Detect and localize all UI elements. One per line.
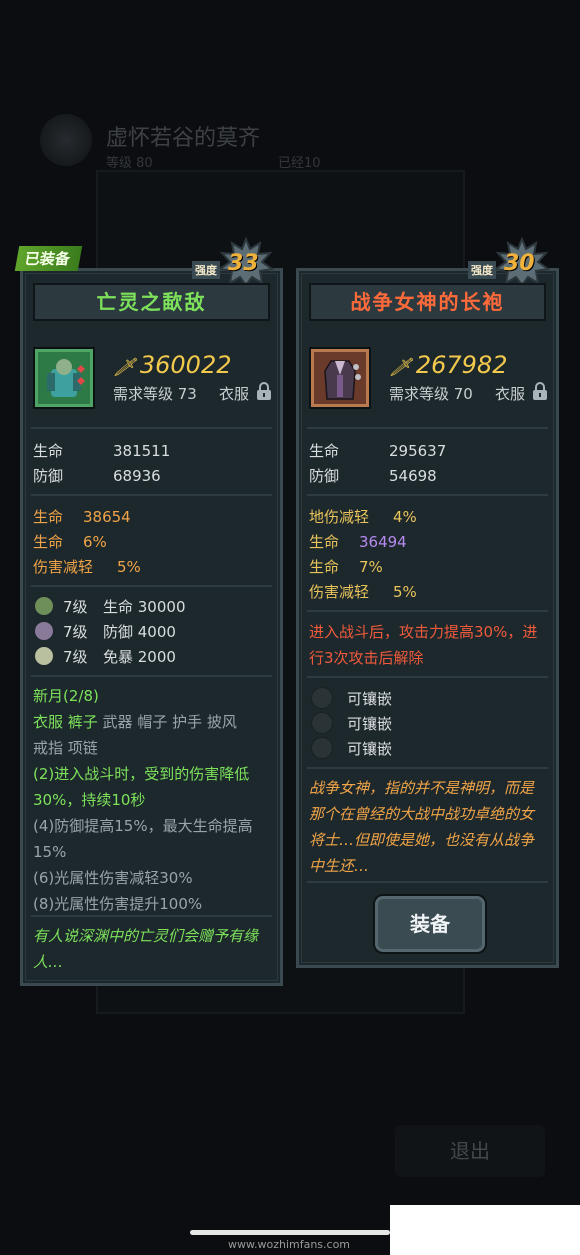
- item-icon: [309, 347, 371, 409]
- gem-icon: [35, 597, 53, 615]
- gem-row: 7级 免暴 2000: [35, 647, 176, 667]
- item-name: 亡灵之歃敌: [33, 283, 270, 321]
- gem-icon: [35, 647, 53, 665]
- strength-value: 33: [228, 251, 259, 276]
- undead-armor-icon: [47, 359, 85, 397]
- strength-badge: 强度 30: [468, 237, 550, 285]
- base-stat: 生命 381511: [33, 442, 171, 460]
- empty-socket-icon: [311, 687, 333, 709]
- bonus-stat: 生命 7%: [309, 558, 383, 576]
- power-value: 🗡 360022: [113, 351, 232, 379]
- exit-button[interactable]: 退出: [395, 1125, 545, 1177]
- background-level: 等级 80: [106, 156, 153, 171]
- set-pieces: 衣服 裤子 武器 帽子 护手 披风: [33, 713, 237, 731]
- compared-item-card: 强度 30 战争女神的长袍 🗡 267982 需求等级 70 衣服 生命 29563…: [296, 237, 559, 968]
- set-pieces-line2: 戒指 项链: [33, 739, 98, 757]
- bonus-stat: 生命 36494: [309, 533, 407, 551]
- empty-socket-icon: [311, 712, 333, 734]
- equipped-item-card: 强度 33 亡灵之歃敌 🗡 360022 需求等级 73 衣服 生命 381511 …: [20, 237, 283, 986]
- bonus-stat: 伤害减轻 5%: [309, 583, 417, 601]
- home-indicator[interactable]: [190, 1230, 390, 1235]
- watermark-box: [390, 1205, 580, 1255]
- set-bonus-4: (4)防御提高15%，最大生命提高15%: [33, 817, 253, 861]
- divider: [307, 676, 548, 678]
- gem-socket[interactable]: 可镶嵌: [311, 737, 392, 759]
- gem-socket[interactable]: 可镶嵌: [311, 687, 392, 709]
- base-stat: 防御 54698: [309, 467, 437, 485]
- gem-row: 7级 生命 30000: [35, 597, 186, 617]
- set-bonus-6: (6)光属性伤害减轻30%: [33, 869, 193, 887]
- divider: [307, 427, 548, 429]
- item-slot: 衣服: [495, 385, 526, 403]
- required-level: 需求等级 70: [389, 385, 473, 403]
- strength-value: 30: [504, 251, 535, 276]
- base-stat: 生命 295637: [309, 442, 447, 460]
- divider: [307, 494, 548, 496]
- background-header: 虚怀若谷的莫齐 等级 80 已经10: [40, 110, 540, 171]
- empty-socket-icon: [311, 737, 333, 759]
- crest-icon: [40, 114, 92, 166]
- item-icon: [33, 347, 95, 409]
- divider: [307, 610, 548, 612]
- gem-icon: [35, 622, 53, 640]
- lock-icon[interactable]: [256, 381, 272, 401]
- gem-row: 7级 防御 4000: [35, 622, 176, 642]
- gem-socket[interactable]: 可镶嵌: [311, 712, 392, 734]
- bonus-stat: 生命 6%: [33, 533, 107, 551]
- lock-icon[interactable]: [532, 381, 548, 401]
- item-name: 战争女神的长袍: [309, 283, 546, 321]
- divider: [31, 427, 272, 429]
- power-value: 🗡 267982: [389, 351, 508, 379]
- set-description: 新月(2/8) 衣服 裤子 武器 帽子 护手 披风 戒指 项链 (2)进入战斗时…: [33, 683, 270, 917]
- required-level: 需求等级 73: [113, 385, 197, 403]
- watermark-text: www.wozhimfans.com: [228, 1238, 351, 1251]
- robe-icon: [324, 360, 361, 400]
- set-name: 新月(2/8): [33, 687, 99, 705]
- special-effect: 进入战斗后，攻击力提高30%，进行3次攻击后解除: [309, 623, 538, 667]
- divider: [31, 494, 272, 496]
- set-bonus-2: (2)进入战斗时，受到的伤害降低30%，持续10秒: [33, 765, 250, 809]
- equipped-tag: 已装备: [14, 246, 83, 271]
- sword-icon: 🗡: [389, 357, 412, 378]
- bonus-stat: 地伤减轻 4%: [309, 508, 417, 526]
- strength-label: 强度: [468, 261, 496, 279]
- strength-label: 强度: [192, 261, 220, 279]
- background-subtext: 已经10: [278, 156, 321, 171]
- base-stat: 防御 68936: [33, 467, 161, 485]
- equip-button[interactable]: 装备: [375, 896, 485, 952]
- bonus-stat: 伤害减轻 5%: [33, 558, 141, 576]
- divider: [31, 915, 272, 917]
- background-title: 虚怀若谷的莫齐: [106, 126, 261, 151]
- flavor-text: 战争女神，指的并不是神明，而是那个在曾经的大战中战功卓绝的女将士…但即使是她，也…: [309, 779, 535, 875]
- divider: [31, 585, 272, 587]
- bonus-stat: 生命 38654: [33, 508, 131, 526]
- divider: [307, 767, 548, 769]
- sword-icon: 🗡: [113, 357, 136, 378]
- divider: [31, 675, 272, 677]
- flavor-text: 有人说深渊中的亡灵们会赠予有缘人…: [33, 927, 259, 971]
- divider: [307, 881, 548, 883]
- strength-badge: 强度 33: [192, 237, 274, 285]
- set-bonus-8: (8)光属性伤害提升100%: [33, 895, 203, 913]
- item-slot: 衣服: [219, 385, 250, 403]
